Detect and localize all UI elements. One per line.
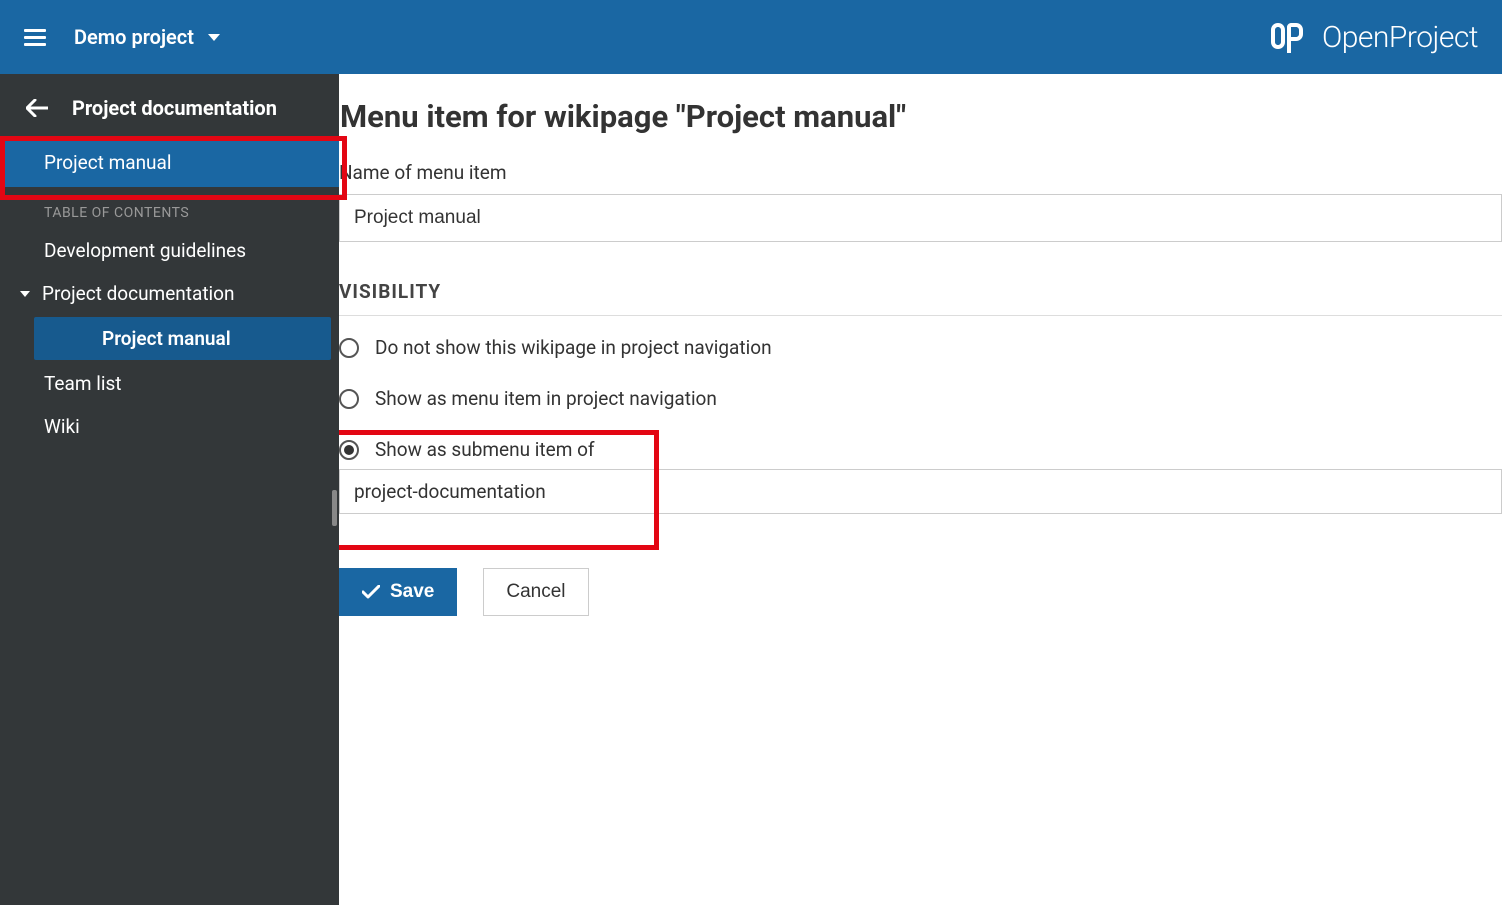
radio-icon[interactable] [339,440,359,460]
toc-item-team-list[interactable]: Team list [0,362,339,405]
sidebar-back[interactable]: Project documentation [0,74,339,138]
chevron-down-icon [20,291,30,297]
name-label: Name of menu item [339,161,1502,184]
radio-option-menu-item[interactable]: Show as menu item in project navigation [339,387,1502,410]
radio-icon[interactable] [339,338,359,358]
hamburger-menu-icon[interactable] [24,29,46,46]
radio-label: Show as menu item in project navigation [375,387,717,410]
visibility-header: VISIBILITY [339,280,1502,316]
sidebar-item-project-manual[interactable]: Project manual [0,138,339,187]
sidebar: Project documentation Project manual TAB… [0,74,339,905]
top-header: Demo project OpenProject [0,0,1502,74]
layout: Project documentation Project manual TAB… [0,74,1502,905]
cancel-label: Cancel [506,581,565,603]
main-content: Menu item for wikipage "Project manual" … [339,74,1502,905]
sidebar-back-title: Project documentation [72,96,277,120]
toc-item-project-documentation[interactable]: Project documentation [0,272,339,315]
arrow-left-icon [26,99,48,117]
radio-label: Do not show this wikipage in project nav… [375,336,772,359]
save-label: Save [390,581,434,603]
submenu-parent-select[interactable]: project-documentation [339,469,1502,514]
save-button[interactable]: Save [339,568,457,616]
cancel-button[interactable]: Cancel [483,568,588,616]
visibility-section: VISIBILITY Do not show this wikipage in … [339,280,1502,616]
toc-item-wiki[interactable]: Wiki [0,405,339,448]
caret-down-icon [208,34,220,41]
button-row: Save Cancel [339,568,1502,616]
toc-subitem-project-manual[interactable]: Project manual [34,317,331,360]
product-logo[interactable]: OpenProject [1270,19,1478,55]
product-name: OpenProject [1322,20,1478,55]
header-left: Demo project [24,25,220,49]
sidebar-resize-handle[interactable] [332,490,337,526]
page-title: Menu item for wikipage "Project manual" [340,98,1502,161]
name-input[interactable] [339,194,1502,242]
check-icon [362,585,380,599]
toc-item-development-guidelines[interactable]: Development guidelines [0,229,339,272]
submenu-block: Show as submenu item of project-document… [339,438,1502,518]
toc-item-label: Project documentation [42,282,235,305]
openproject-logo-icon [1270,19,1310,55]
radio-label: Show as submenu item of [375,438,595,461]
radio-option-submenu[interactable]: Show as submenu item of [339,438,1502,461]
project-selector[interactable]: Demo project [74,25,220,49]
radio-icon[interactable] [339,389,359,409]
project-name: Demo project [74,25,194,49]
sidebar-highlight-wrap: Project manual [0,138,339,187]
toc-label: TABLE OF CONTENTS [0,187,339,229]
radio-option-hide[interactable]: Do not show this wikipage in project nav… [339,336,1502,359]
